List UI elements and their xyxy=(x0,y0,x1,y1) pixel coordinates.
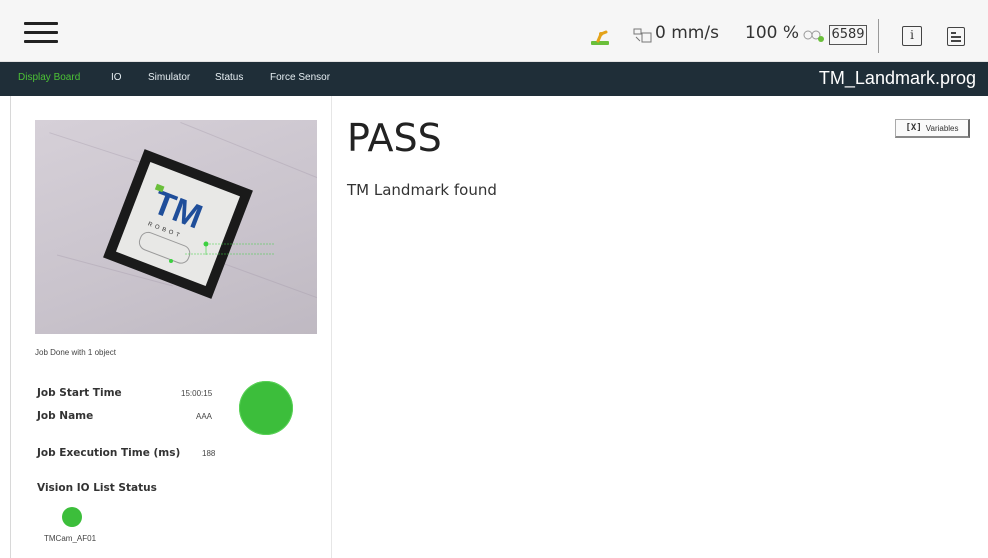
variables-icon: [X] xyxy=(905,123,922,133)
job-start-time-label: Job Start Time xyxy=(37,387,122,399)
speed-icon xyxy=(633,28,652,43)
display-board-panel: TM ROBOT Job Done with 1 object Job Star… xyxy=(10,96,332,558)
counter-box: 6589 xyxy=(829,25,867,45)
speed-percent: 100 % xyxy=(745,23,800,43)
camera-image: TM ROBOT xyxy=(35,120,317,334)
hamburger-menu-icon[interactable] xyxy=(24,18,58,44)
result-message: TM Landmark found xyxy=(347,181,497,199)
tab-force-sensor[interactable]: Force Sensor xyxy=(270,72,330,83)
job-name-label: Job Name xyxy=(37,410,94,422)
vision-io-indicator xyxy=(62,507,82,527)
job-name-value: AAA xyxy=(196,412,213,421)
job-start-time-value: 15:00:15 xyxy=(181,389,213,398)
log-icon[interactable] xyxy=(947,27,965,46)
tab-status[interactable]: Status xyxy=(215,72,243,83)
program-title: TM_Landmark.prog xyxy=(818,68,976,88)
result-title: PASS xyxy=(347,116,442,160)
tab-io[interactable]: IO xyxy=(111,72,122,83)
vision-io-label: Vision IO List Status xyxy=(37,482,157,494)
nav-bar: Display Board IO Simulator Status Force … xyxy=(0,62,988,96)
variables-button[interactable]: [X] Variables xyxy=(895,119,970,138)
robot-arm-icon xyxy=(591,30,609,45)
camera-caption: Job Done with 1 object xyxy=(35,348,116,357)
job-exec-time-value: 188 xyxy=(202,449,216,458)
job-status-indicator xyxy=(239,381,293,435)
top-bar: 0 mm/s 100 % 6589 i xyxy=(0,0,988,62)
variables-label: Variables xyxy=(925,123,959,133)
connection-icon xyxy=(803,30,824,42)
job-exec-time-label: Job Execution Time (ms) xyxy=(37,447,181,459)
tab-simulator[interactable]: Simulator xyxy=(148,72,190,83)
speed-readout: 0 mm/s xyxy=(655,23,719,43)
landmark-marker: TM ROBOT xyxy=(103,149,275,299)
vision-io-item: TMCam_AF01 xyxy=(44,534,97,543)
info-icon[interactable]: i xyxy=(902,26,922,46)
tab-display-board[interactable]: Display Board xyxy=(18,72,80,83)
toolbar-divider xyxy=(878,19,879,53)
